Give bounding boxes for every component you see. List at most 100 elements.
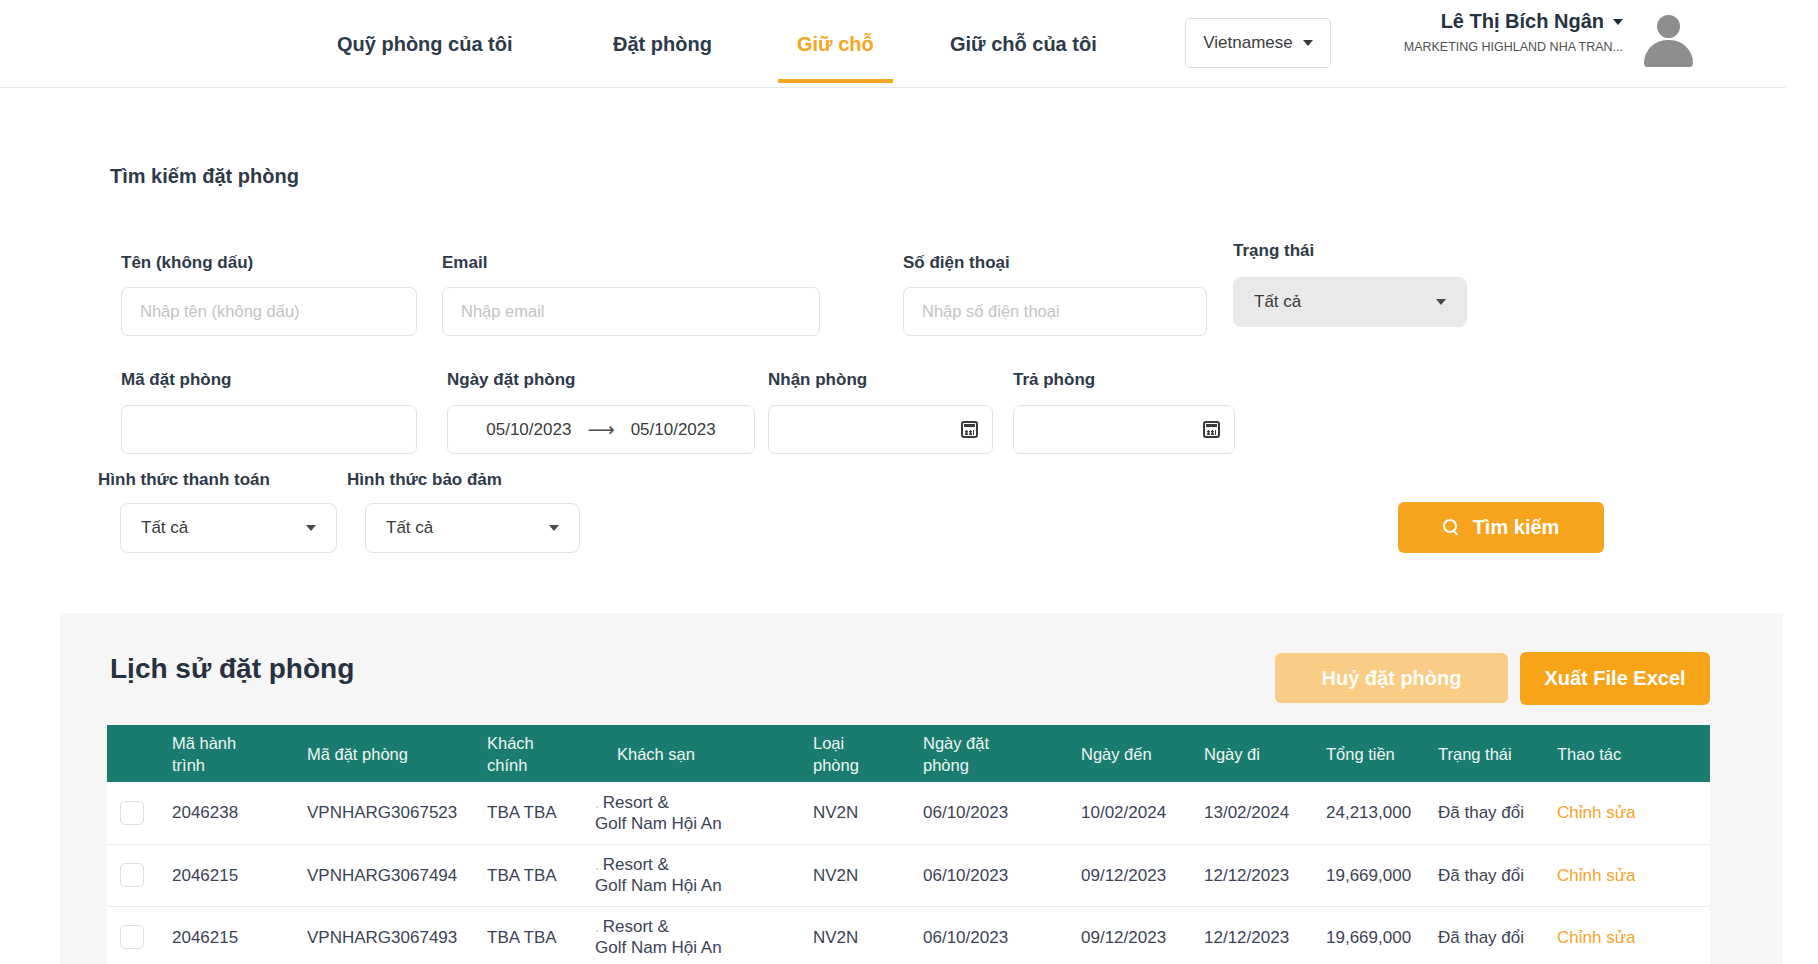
email-input[interactable] [442,287,820,336]
nav-my-room-fund[interactable]: Quỹ phòng của tôi [337,0,513,88]
cell-hotel: .Resort &Golf Nam Hội An [595,906,795,964]
cell-booked-date: 06/10/2023 [910,782,1068,844]
date-from: 05/10/2023 [486,420,571,440]
cell-itinerary: 2046238 [158,782,295,844]
calendar-icon [1203,421,1220,438]
cell-total: 19,669,000 [1312,844,1425,906]
booking-code-input[interactable] [121,405,417,454]
search-button[interactable]: Tìm kiếm [1398,502,1604,553]
table-header: Mã hành trình Mã đặt phòng Khách chính K… [107,725,1710,782]
cell-action: Chỉnh sửa [1545,906,1710,964]
booking-date-range[interactable]: 05/10/2023 ⟶ 05/10/2023 [447,405,755,454]
user-menu[interactable]: Lê Thị Bích Ngân MARKETING HIGHLAND NHA … [1367,10,1623,54]
nav-hold[interactable]: Giữ chỗ [797,0,874,88]
guarantee-select[interactable]: Tất cả [365,503,580,553]
col-guest: Khách chính [473,725,595,782]
field-email: Email [442,253,820,273]
chevron-down-icon [1613,19,1623,25]
cell-guest: TBA TBA [473,906,595,964]
status-select[interactable]: Tất cả [1233,277,1467,327]
row-checkbox[interactable] [120,925,144,949]
field-checkout-label: Trả phòng [1013,370,1235,390]
col-itinerary: Mã hành trình [158,725,295,782]
field-guarantee: Hình thức bảo đảm [347,470,607,490]
field-booking-date-label: Ngày đặt phòng [447,370,755,390]
payment-select[interactable]: Tất cả [120,503,337,553]
field-email-label: Email [442,253,820,273]
cell-itinerary: 2046215 [158,844,295,906]
language-label: Vietnamese [1203,33,1292,53]
cell-room-type: NV2N [795,844,910,906]
cell-room-type: NV2N [795,906,910,964]
col-status: Trạng thái [1425,725,1545,782]
cell-room-type: NV2N [795,782,910,844]
cell-arrival: 09/12/2023 [1068,906,1190,964]
edit-link[interactable]: Chỉnh sửa [1557,803,1635,822]
field-guarantee-label: Hình thức bảo đảm [347,470,607,490]
checkin-date-input[interactable] [768,405,993,454]
cell-arrival: 09/12/2023 [1068,844,1190,906]
cell-departure: 12/12/2023 [1190,906,1312,964]
phone-input[interactable] [903,287,1207,336]
row-checkbox[interactable] [120,863,144,887]
table-row: 2046215 VPNHARG3067494 TBA TBA .Resort &… [107,844,1710,906]
avatar-head [1657,15,1680,38]
cell-guest: TBA TBA [473,782,595,844]
field-phone-label: Số điện thoại [903,253,1207,273]
cell-total: 19,669,000 [1312,906,1425,964]
cell-itinerary: 2046215 [158,906,295,964]
page: Quỹ phòng của tôi Đặt phòng Giữ chỗ Giữ … [0,0,1818,964]
cell-guest: TBA TBA [473,844,595,906]
user-name: Lê Thị Bích Ngân [1367,10,1623,33]
cell-booking-code: VPNHARG3067494 [295,844,473,906]
cell-arrival: 10/02/2024 [1068,782,1190,844]
col-arrival: Ngày đến [1068,725,1190,782]
export-excel-button[interactable]: Xuất File Excel [1520,652,1710,705]
date-to: 05/10/2023 [631,420,716,440]
col-booking-code: Mã đặt phòng [295,725,473,782]
cell-departure: 12/12/2023 [1190,844,1312,906]
chevron-down-icon [1436,299,1446,305]
language-select[interactable]: Vietnamese [1185,18,1331,68]
cell-status: Đã thay đổi [1425,844,1545,906]
nav-booking[interactable]: Đặt phòng [613,0,712,88]
cell-booked-date: 06/10/2023 [910,844,1068,906]
table-row: 2046215 VPNHARG3067493 TBA TBA .Resort &… [107,906,1710,964]
cell-hotel: .Resort &Golf Nam Hội An [595,844,795,906]
cell-status: Đã thay đổi [1425,906,1545,964]
field-name: Tên (không dấu) [121,253,417,273]
cell-status: Đã thay đổi [1425,782,1545,844]
cancel-booking-button[interactable]: Huỷ đặt phòng [1275,653,1508,703]
cell-action: Chỉnh sửa [1545,844,1710,906]
col-booked-date: Ngày đặt phòng [910,725,1068,782]
top-bar: Quỹ phòng của tôi Đặt phòng Giữ chỗ Giữ … [0,0,1786,88]
col-total: Tổng tiền [1312,725,1425,782]
arrow-right-icon: ⟶ [587,418,614,441]
checkout-date-input[interactable] [1013,405,1235,454]
field-status-label: Trạng thái [1233,241,1467,261]
field-checkin-label: Nhận phòng [768,370,993,390]
cell-total: 24,213,000 [1312,782,1425,844]
edit-link[interactable]: Chỉnh sửa [1557,928,1635,947]
field-payment-label: Hình thức thanh toán [98,470,358,490]
field-phone: Số điện thoại [903,253,1207,273]
chevron-down-icon [549,525,559,531]
name-input[interactable] [121,287,417,336]
col-room-type: Loại phòng [795,725,910,782]
chevron-down-icon [1303,40,1313,46]
edit-link[interactable]: Chỉnh sửa [1557,866,1635,885]
cell-hotel: .Resort &Golf Nam Hội An [595,782,795,844]
field-payment: Hình thức thanh toán [98,470,358,490]
field-checkout: Trả phòng [1013,370,1235,390]
field-booking-code: Mã đặt phòng [121,370,417,390]
table-row: 2046238 VPNHARG3067523 TBA TBA .Resort &… [107,782,1710,844]
field-checkin: Nhận phòng [768,370,993,390]
col-departure: Ngày đi [1190,725,1312,782]
cell-booked-date: 06/10/2023 [910,906,1068,964]
avatar[interactable] [1640,12,1697,67]
nav-my-holds[interactable]: Giữ chỗ của tôi [950,0,1097,88]
row-checkbox[interactable] [120,801,144,825]
cell-booking-code: VPNHARG3067493 [295,906,473,964]
chevron-down-icon [306,525,316,531]
booking-table: Mã hành trình Mã đặt phòng Khách chính K… [107,725,1710,964]
